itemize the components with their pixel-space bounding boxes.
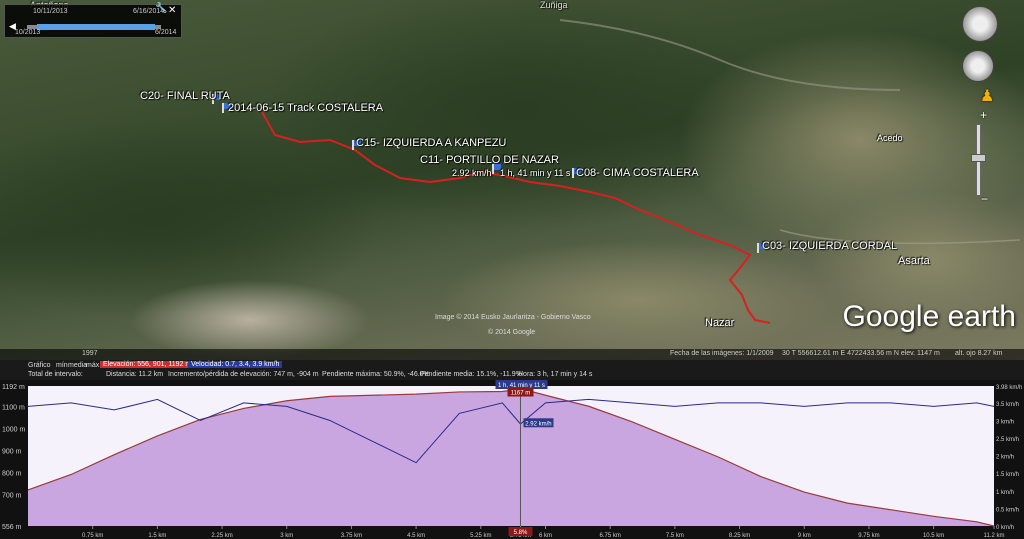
right-tick-label: 3.98 km/h [996, 385, 1022, 391]
left-tick-label: 700 m [2, 492, 22, 499]
right-tick-label: 2.5 km/h [996, 437, 1019, 443]
distance-stat: Distancia: 11.2 km [106, 371, 164, 378]
left-tick-label: 1100 m [2, 404, 25, 411]
max-slope-stat: Pendiente máxima: 50.9%, -46.0% [322, 371, 430, 378]
x-tick-label: 9.75 km [858, 533, 879, 539]
graph-label: Gráfico [28, 362, 51, 369]
cursor-speed-label: 2.92 km/h [525, 421, 551, 427]
waypoint-label-c11: C11- PORTILLO DE NAZAR [420, 154, 559, 166]
x-tick-label: 3 km [280, 533, 293, 539]
time-slider-start-top: 10/11/2013 [33, 8, 68, 15]
x-tick-label: 7.5 km [666, 533, 684, 539]
look-joystick-icon[interactable] [962, 6, 998, 42]
right-tick-label: 1 km/h [996, 490, 1014, 496]
x-tick-label: 4.5 km [407, 533, 425, 539]
time-slider-start-bottom: 10/2013 [15, 29, 41, 36]
x-tick-label: 10.5 km [923, 533, 944, 539]
stat-max-header: máx [86, 362, 100, 369]
x-tick-label: 3.75 km [341, 533, 362, 539]
time-slider[interactable]: 10/11/2013 6/16/2014 🔧 ✕ ◀ 10/2013 6/201… [4, 3, 182, 38]
profile-stats-bar: Gráfico mín media máx Elevación: 556, 90… [0, 360, 1024, 380]
place-label-zuniga: Zuñiga [540, 0, 568, 10]
cursor-slope-label: 5.8% [514, 530, 528, 536]
x-tick-label: 9 km [798, 533, 811, 539]
x-tick-label: 6 km [539, 533, 552, 539]
x-tick-label: 8.25 km [729, 533, 750, 539]
left-tick-label: 900 m [2, 448, 22, 455]
right-tick-label: 1.5 km/h [996, 472, 1019, 478]
elevation-profile[interactable]: 1192 m 1100 m 1000 m 900 m 800 m 700 m 556 m 3.… [0, 380, 1024, 539]
time-stat: Hora: 3 h, 17 min y 14 s [518, 371, 593, 378]
x-tick-label: 5.25 km [470, 533, 491, 539]
waypoint-label-c03: C03- IZQUIERDA CORDAL [762, 240, 898, 252]
status-imagery-date: Fecha de las imágenes: 1/1/2009 [670, 350, 774, 357]
left-tick-label: 1000 m [2, 426, 26, 433]
left-tick-label: 556 m [2, 524, 22, 531]
zoom-in-icon[interactable]: + [980, 108, 987, 122]
map-view[interactable]: Antoñana Zuñiga 10/11/2013 6/16/2014 🔧 ✕… [0, 0, 1024, 360]
cursor-elevation-label: 1167 m [511, 391, 531, 397]
place-label-acedo: Acedo [877, 133, 903, 143]
x-tick-label: 11.2 km [984, 533, 1005, 539]
imagery-copyright: Image © 2014 Eusko Jaurlaritza - Gobiern… [435, 314, 591, 321]
x-tick-label: 2.25 km [211, 533, 232, 539]
right-tick-label: 3.5 km/h [996, 402, 1019, 408]
avg-slope-stat: Pendiente media: 15.1%, -11.9% [420, 371, 522, 378]
place-label-asarta: Asarta [898, 255, 930, 267]
place-label-nazar: Nazar [705, 317, 735, 329]
x-tick-label: 1.5 km [148, 533, 166, 539]
waypoint-label-c15: C15- IZQUIERDA A KANPEZU [356, 137, 507, 149]
status-year: 1997 [82, 350, 98, 357]
zoom-out-icon[interactable]: − [981, 192, 988, 206]
x-tick-label: 0.75 km [82, 533, 103, 539]
track-tooltip-time: 1 h, 41 min y 11 s [500, 168, 571, 178]
right-tick-label: 0 km/h [996, 525, 1014, 531]
speed-toggle[interactable]: Velocidad: 0.7, 3.4, 3.9 km/h [188, 361, 283, 368]
right-tick-label: 2 km/h [996, 455, 1014, 461]
track-label: 2014-06-15 Track COSTALERA [228, 102, 384, 114]
google-copyright: © 2014 Google [488, 329, 536, 336]
stat-avg-header: media [68, 362, 88, 369]
status-coords: 30 T 556612.61 m E 4722433.56 m N elev. … [782, 350, 940, 357]
zoom-slider-thumb[interactable] [971, 154, 986, 162]
left-tick-label: 1192 m [2, 384, 25, 391]
left-tick-label: 800 m [2, 470, 22, 477]
gain-loss-stat: Incremento/pérdida de elevación: 747 m, … [168, 371, 319, 378]
right-tick-label: 0.5 km/h [996, 507, 1019, 513]
total-interval-label: Total de intervalo: [28, 371, 83, 378]
status-eye-alt: alt. ojo 8.27 km [955, 350, 1003, 357]
move-joystick-icon[interactable] [962, 50, 994, 82]
x-tick-label: 6.75 km [600, 533, 621, 539]
right-tick-label: 3 km/h [996, 419, 1014, 425]
wrench-icon[interactable]: 🔧 [155, 3, 167, 14]
time-slider-range[interactable] [37, 24, 155, 30]
street-view-pegman-icon[interactable]: ♟ [980, 86, 994, 106]
stat-min-header: mín [56, 362, 68, 369]
time-slider-end-bottom: 6/2014 [155, 29, 177, 36]
status-bar: 1997 Fecha de las imágenes: 1/1/2009 30 … [0, 349, 1024, 360]
elevation-profile-chart[interactable]: 1192 m 1100 m 1000 m 900 m 800 m 700 m 556 m 3.… [0, 380, 1024, 539]
waypoint-label-c08: C08- CIMA COSTALERA [576, 167, 699, 179]
track-tooltip-speed: 2.92 km/h [452, 168, 492, 178]
elevation-toggle[interactable]: Elevación: 556, 901, 1192 m [100, 361, 195, 368]
google-earth-logo: Google earth [842, 300, 1016, 333]
waypoint-label-c20: C20- FINAL RUTA [140, 90, 230, 102]
close-icon[interactable]: ✕ [168, 5, 176, 16]
